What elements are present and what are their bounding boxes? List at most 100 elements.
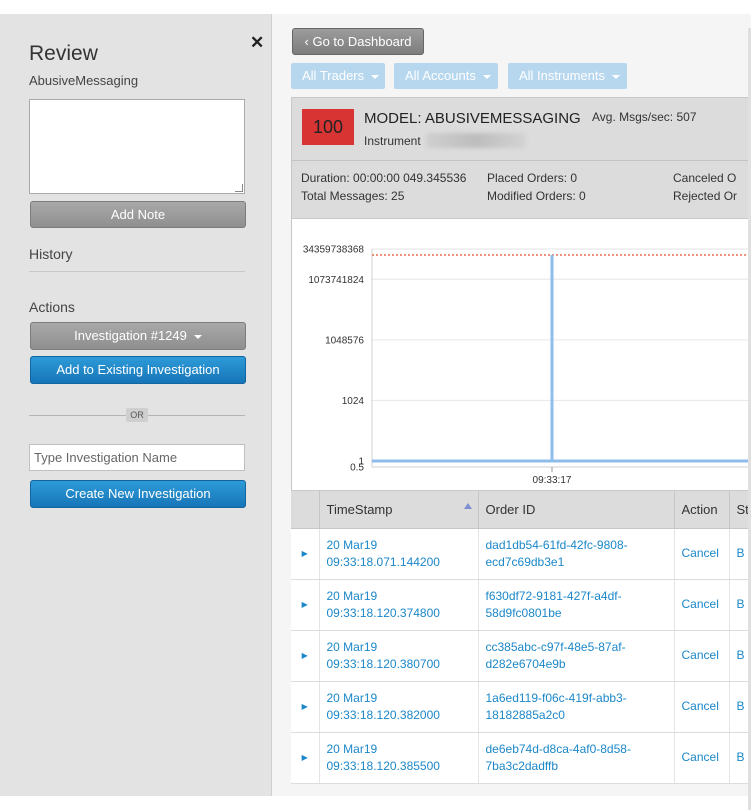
filter-instruments-label: All Instruments (519, 68, 605, 83)
action-cell[interactable]: Cancel (674, 681, 730, 733)
filter-traders-label: All Traders (302, 68, 365, 83)
y-tick-label: 1 (358, 456, 364, 467)
timestamp-cell[interactable]: 20 Mar19 09:33:18.120.382000 (319, 681, 479, 733)
timestamp-time[interactable]: 09:33:18.120.385500 (327, 759, 440, 773)
expand-row-icon[interactable]: ▶ (302, 651, 308, 660)
orders-table: TimeStamp Order ID Action St ▶ 20 Mar19 09… (291, 491, 751, 784)
order-id-part1[interactable]: de6eb74d-d8ca-4af0-8d58- (486, 742, 631, 756)
order-id-part1[interactable]: 1a6ed119-f06c-419f-abb3- (486, 691, 627, 705)
action-cell[interactable]: Cancel (674, 732, 730, 784)
add-to-existing-investigation-button[interactable]: Add to Existing Investigation (30, 356, 246, 384)
timestamp-date[interactable]: 20 Mar19 (327, 742, 378, 756)
action-link[interactable]: Cancel (682, 546, 719, 560)
order-id-part2[interactable]: 7ba3c2dadffb (486, 759, 559, 773)
filter-accounts-dropdown[interactable]: All Accounts (394, 63, 498, 89)
timestamp-date[interactable]: 20 Mar19 (327, 640, 378, 654)
model-summary: 100 MODEL: ABUSIVEMESSAGING Avg. Msgs/se… (291, 97, 751, 219)
action-cell[interactable]: Cancel (674, 528, 730, 580)
expand-row-cell[interactable]: ▶ (291, 528, 320, 580)
order-id-cell[interactable]: de6eb74d-d8ca-4af0-8d58- 7ba3c2dadffb (478, 732, 675, 784)
canceled-orders-stat: Canceled O (673, 171, 737, 185)
history-heading: History (29, 246, 73, 262)
order-id-cell[interactable]: dad1db54-61fd-42fc-9808- ecd7c69db3e1 (478, 528, 675, 580)
rejected-orders-stat: Rejected Or (673, 189, 738, 203)
close-icon[interactable]: ✕ (250, 34, 264, 51)
timestamp-cell[interactable]: 20 Mar19 09:33:18.120.385500 (319, 732, 479, 784)
sort-ascending-icon (463, 503, 472, 509)
expand-row-cell[interactable]: ▶ (291, 579, 320, 631)
action-link[interactable]: Cancel (682, 648, 719, 662)
filter-traders-dropdown[interactable]: All Traders (291, 63, 385, 89)
timestamp-cell[interactable]: 20 Mar19 09:33:18.071.144200 (319, 528, 479, 580)
table-row[interactable]: ▶ 20 Mar19 09:33:18.071.144200 dad1db54-61f… (291, 528, 751, 580)
expand-row-cell[interactable]: ▶ (291, 732, 320, 784)
add-note-button[interactable]: Add Note (30, 201, 246, 228)
status-link[interactable]: B (737, 597, 745, 611)
status-link[interactable]: B (737, 648, 745, 662)
timestamp-header-label: TimeStamp (326, 501, 393, 517)
go-to-dashboard-button[interactable]: ‹ Go to Dashboard (292, 28, 424, 55)
status-link[interactable]: B (737, 750, 745, 764)
expand-row-cell[interactable]: ▶ (291, 630, 320, 682)
or-label: OR (126, 408, 148, 422)
order-id-part1[interactable]: f630df72-9181-427f-a4df- (486, 589, 622, 603)
instrument-value-redacted (426, 133, 526, 148)
order-id-part2[interactable]: ecd7c69db3e1 (486, 555, 565, 569)
order-id-part2[interactable]: 58d9fc0801be (486, 606, 562, 620)
action-link[interactable]: Cancel (682, 597, 719, 611)
action-cell[interactable]: Cancel (674, 630, 730, 682)
action-cell[interactable]: Cancel (674, 579, 730, 631)
timestamp-time[interactable]: 09:33:18.120.382000 (327, 708, 440, 722)
action-link[interactable]: Cancel (682, 699, 719, 713)
review-panel: ✕ Review AbusiveMessaging Add Note Histo… (0, 14, 272, 796)
investigation-name-input[interactable] (29, 444, 245, 471)
table-row[interactable]: ▶ 20 Mar19 09:33:18.120.385500 de6eb74d-d8c… (291, 732, 751, 784)
table-row[interactable]: ▶ 20 Mar19 09:33:18.120.374800 f630df72-918… (291, 579, 751, 631)
timestamp-time[interactable]: 09:33:18.120.380700 (327, 657, 440, 671)
instrument-label: Instrument (364, 134, 421, 148)
expand-row-icon[interactable]: ▶ (302, 600, 308, 609)
orders-table-body: ▶ 20 Mar19 09:33:18.071.144200 dad1db54-61f… (291, 528, 751, 784)
investigation-select-label: Investigation #1249 (74, 328, 187, 343)
action-column-header[interactable]: Action (674, 491, 730, 529)
order-id-cell[interactable]: f630df72-9181-427f-a4df- 58d9fc0801be (478, 579, 675, 631)
caret-down-icon (482, 74, 491, 79)
table-row[interactable]: ▶ 20 Mar19 09:33:18.120.380700 cc385abc-c97… (291, 630, 751, 682)
timestamp-date[interactable]: 20 Mar19 (327, 589, 378, 603)
total-messages-stat: Total Messages: 25 (301, 189, 405, 203)
timestamp-cell[interactable]: 20 Mar19 09:33:18.120.374800 (319, 579, 479, 631)
order-id-cell[interactable]: cc385abc-c97f-48e5-87af-d282e6704e9b (478, 630, 675, 682)
expand-row-icon[interactable]: ▶ (302, 549, 308, 558)
status-link[interactable]: B (737, 546, 745, 560)
order-id-cell[interactable]: 1a6ed119-f06c-419f-abb3- 18182885a2c0 (478, 681, 675, 733)
order-id-part1[interactable]: cc385abc-c97f-48e5-87af- (486, 640, 626, 654)
filter-instruments-dropdown[interactable]: All Instruments (508, 63, 627, 89)
score-badge: 100 (302, 109, 354, 145)
table-header-row: TimeStamp Order ID Action St (291, 491, 751, 529)
order-id-column-header[interactable]: Order ID (478, 491, 675, 529)
investigation-select[interactable]: Investigation #1249 (30, 322, 246, 350)
note-textarea[interactable] (29, 99, 245, 194)
table-row[interactable]: ▶ 20 Mar19 09:33:18.120.382000 1a6ed119-f06… (291, 681, 751, 733)
caret-down-icon (193, 334, 202, 339)
expand-row-icon[interactable]: ▶ (302, 702, 308, 711)
action-link[interactable]: Cancel (682, 750, 719, 764)
caret-down-icon (611, 74, 620, 79)
order-id-part2[interactable]: d282e6704e9b (486, 657, 566, 671)
timestamp-time[interactable]: 09:33:18.120.374800 (327, 606, 440, 620)
timestamp-date[interactable]: 20 Mar19 (327, 538, 378, 552)
resize-handle-icon[interactable] (235, 184, 243, 192)
create-new-investigation-button[interactable]: Create New Investigation (30, 480, 246, 508)
model-divider (292, 160, 751, 161)
timestamp-column-header[interactable]: TimeStamp (319, 491, 479, 529)
main-area: ‹ Go to Dashboard All Traders All Accoun… (272, 14, 751, 810)
timestamp-date[interactable]: 20 Mar19 (327, 691, 378, 705)
status-link[interactable]: B (737, 699, 745, 713)
timestamp-time[interactable]: 09:33:18.071.144200 (327, 555, 440, 569)
expand-row-icon[interactable]: ▶ (302, 753, 308, 762)
y-tick-label: 1048576 (325, 335, 364, 346)
expand-row-cell[interactable]: ▶ (291, 681, 320, 733)
order-id-part2[interactable]: 18182885a2c0 (486, 708, 565, 722)
order-id-part1[interactable]: dad1db54-61fd-42fc-9808- (486, 538, 628, 552)
timestamp-cell[interactable]: 20 Mar19 09:33:18.120.380700 (319, 630, 479, 682)
